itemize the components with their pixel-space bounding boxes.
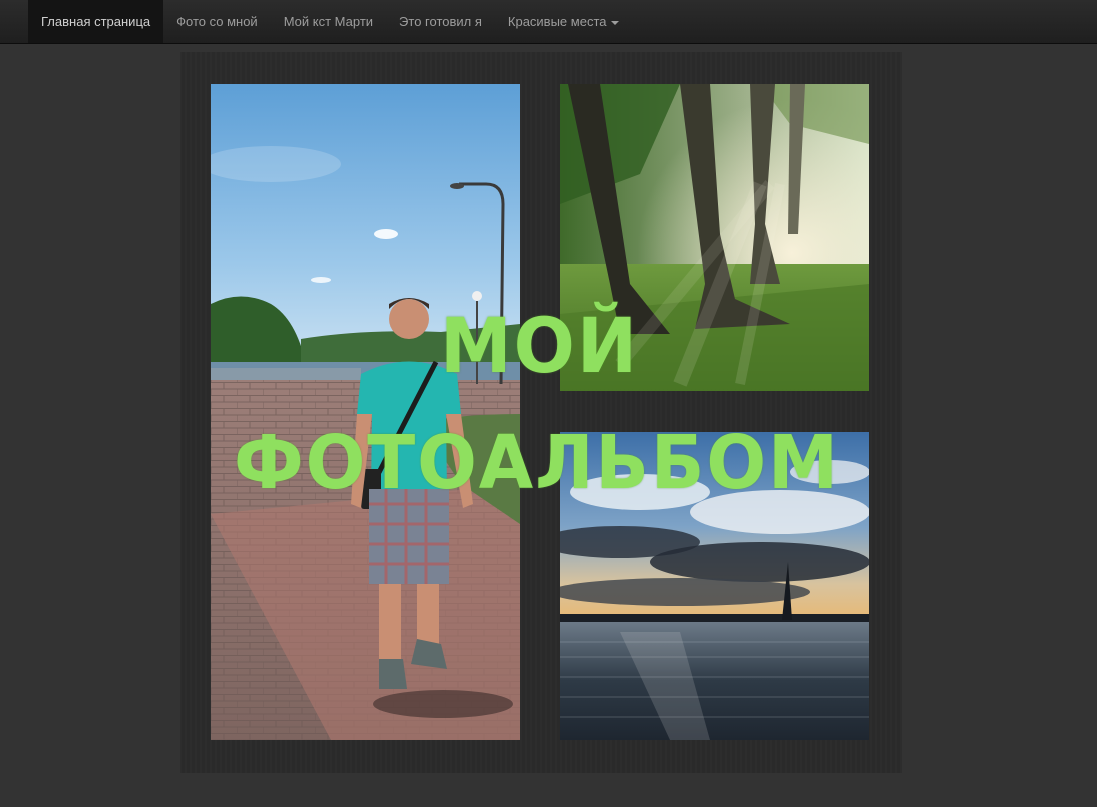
photo-man-image [211, 84, 520, 740]
nav-item-beautiful-places-dropdown[interactable]: Красивые места [495, 0, 633, 43]
top-navbar: Главная страница Фото со мной Мой кст Ма… [0, 0, 1097, 44]
nav-item-photos-with-me[interactable]: Фото со мной [163, 0, 271, 43]
nav-item-beautiful-places-label: Красивые места [507, 14, 607, 29]
album-title-line-1: МОЙ [440, 301, 640, 391]
caret-down-icon [611, 20, 620, 25]
nav-item-my-cooking[interactable]: Это готовил я [386, 0, 495, 43]
album-title-line-2: ФОТОАЛЬБОМ [234, 420, 840, 506]
nav-item-home[interactable]: Главная страница [28, 0, 164, 43]
nav-menu: Главная страница Фото со мной Мой кст Ма… [28, 0, 632, 43]
photo-man-on-promenade[interactable] [211, 84, 520, 740]
nav-item-my-cat-marty[interactable]: Мой кст Марти [271, 0, 386, 43]
